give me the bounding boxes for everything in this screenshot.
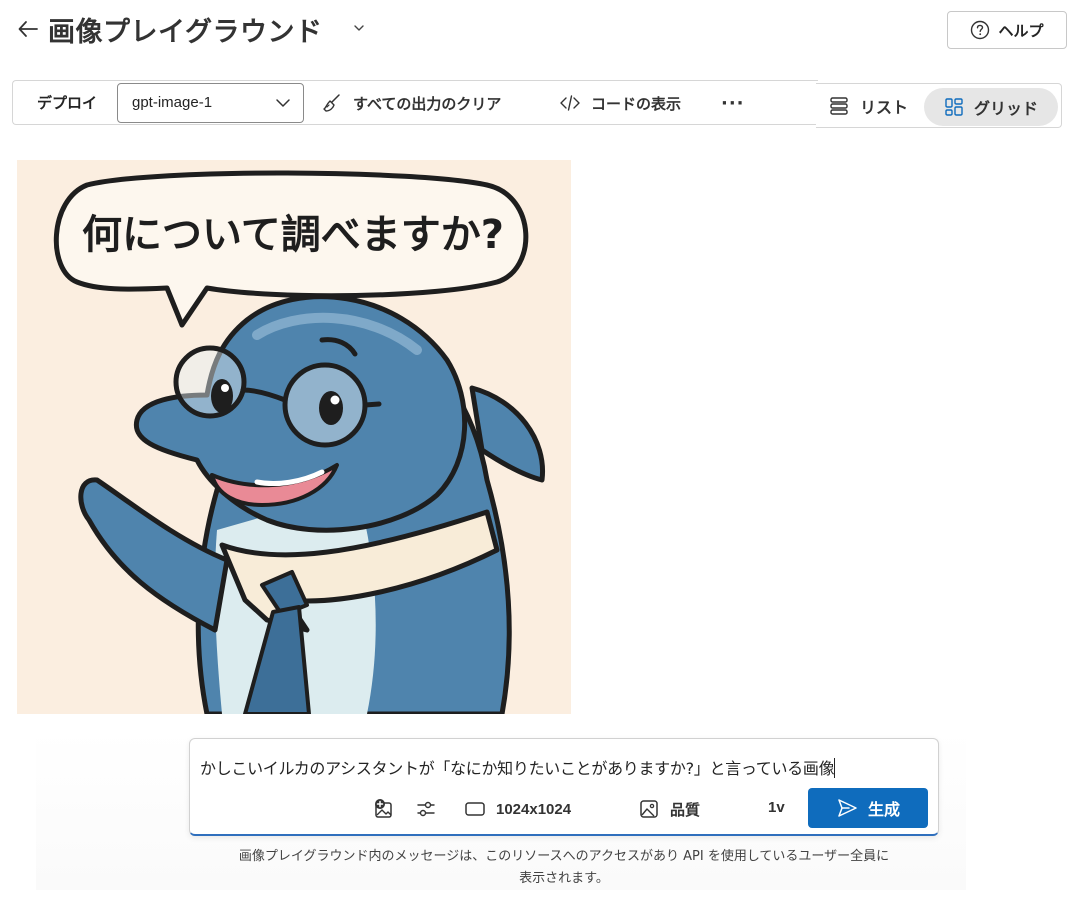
deploy-label: デプロイ <box>37 94 98 112</box>
title-dropdown-button[interactable] <box>352 20 366 36</box>
chevron-down-icon <box>276 99 290 107</box>
dolphin-illustration: 何について調べますか? <box>17 160 571 714</box>
clear-label: すべての出力のクリア <box>353 94 502 113</box>
broom-icon <box>323 94 340 112</box>
quality-label: 品質 <box>670 800 701 819</box>
generated-image[interactable]: 何について調べますか? <box>17 160 571 714</box>
more-button[interactable]: ··· <box>721 89 745 117</box>
visibility-notice: 画像プレイグラウンド内のメッセージは、このリソースへのアクセスがあり API を… <box>189 846 939 890</box>
prompt-text: かしこいイルカのアシスタントが「なにか知りたいことがありますか?」と言っている画… <box>200 759 835 778</box>
toolbar: デプロイ gpt-image-1 すべての出力のクリア コードの表示 ··· <box>12 80 818 125</box>
prompt-input[interactable]: かしこいイルカのアシスタントが「なにか知りたいことがありますか?」と言っている画… <box>200 755 928 779</box>
settings-button[interactable] <box>414 797 438 821</box>
page-title: 画像プレイグラウンド <box>48 17 323 48</box>
deployment-value: gpt-image-1 <box>132 94 213 111</box>
list-label: リスト <box>860 98 909 117</box>
send-icon <box>838 799 857 817</box>
image-add-icon <box>375 799 392 818</box>
settings-sliders-icon <box>417 801 435 817</box>
page-header: 画像プレイグラウンド ヘルプ <box>0 0 1074 62</box>
help-icon <box>971 20 990 40</box>
view-toggle: リスト グリッド <box>816 83 1062 128</box>
image-icon <box>640 800 658 818</box>
variant-count-selector[interactable]: 1v <box>768 799 785 816</box>
back-button[interactable] <box>14 14 42 44</box>
deployment-select[interactable]: gpt-image-1 <box>117 83 304 123</box>
view-code-button[interactable]: コードの表示 <box>559 89 681 117</box>
generate-button[interactable]: 生成 <box>808 788 928 828</box>
quality-selector[interactable]: 品質 <box>638 797 700 821</box>
aspect-ratio-icon <box>465 802 485 816</box>
add-image-button[interactable] <box>372 797 396 821</box>
grid-label: グリッド <box>973 99 1038 118</box>
clear-all-outputs-button[interactable]: すべての出力のクリア <box>321 89 501 117</box>
notice-line-2: 表示されます。 <box>519 871 609 886</box>
help-button[interactable]: ヘルプ <box>947 11 1067 49</box>
size-selector[interactable]: 1024x1024 <box>464 797 571 821</box>
more-icon: ··· <box>721 92 745 114</box>
grid-icon <box>945 98 963 116</box>
list-view-button[interactable]: リスト <box>824 90 912 122</box>
back-arrow-icon <box>18 21 38 37</box>
text-caret <box>834 758 836 778</box>
list-icon <box>830 97 848 115</box>
code-label: コードの表示 <box>591 94 682 113</box>
code-icon <box>560 95 580 111</box>
size-label: 1024x1024 <box>496 800 572 818</box>
help-label: ヘルプ <box>998 21 1044 40</box>
grid-view-button[interactable]: グリッド <box>924 88 1058 126</box>
speech-bubble-text: 何について調べますか? <box>82 212 504 258</box>
generate-label: 生成 <box>867 800 900 819</box>
notice-line-1: 画像プレイグラウンド内のメッセージは、このリソースへのアクセスがあり API を… <box>238 849 890 864</box>
chevron-down-icon <box>354 25 364 31</box>
prompt-composer: かしこいイルカのアシスタントが「なにか知りたいことがありますか?」と言っている画… <box>189 738 939 836</box>
